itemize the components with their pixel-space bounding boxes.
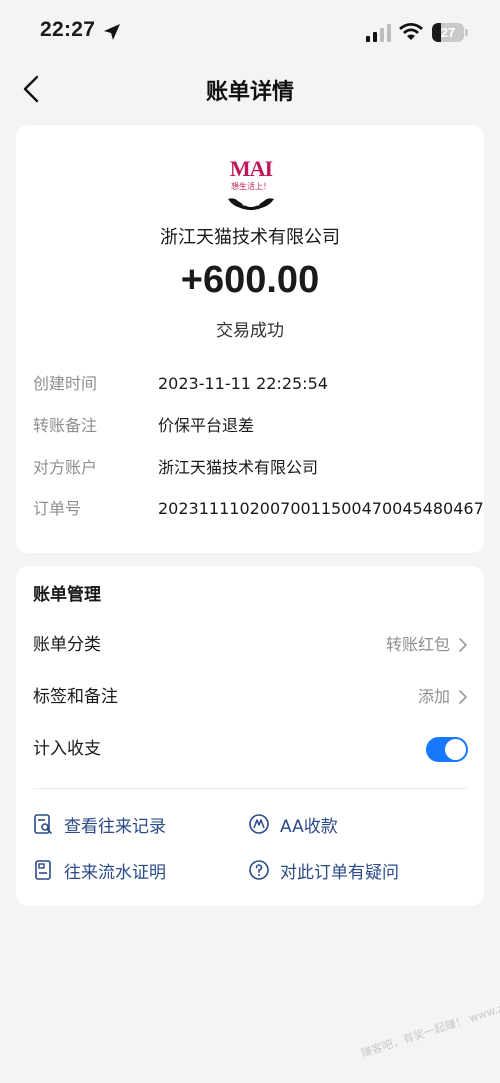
detail-row-remark: 转账备注 价保平台退差 — [16, 412, 484, 440]
cellular-signal-icon — [366, 24, 391, 42]
merchant-logo: MAI 想生活上！ — [224, 155, 278, 221]
bill-category-label: 账单分类 — [33, 635, 101, 655]
toggle-knob — [445, 739, 466, 760]
detail-label: 对方账户 — [33, 458, 98, 477]
bill-category-value: 转账红包 — [385, 635, 450, 654]
document-icon — [35, 860, 51, 880]
aa-split-icon — [249, 814, 269, 834]
question-circle-icon — [249, 860, 269, 880]
location-arrow-icon — [104, 24, 120, 40]
chevron-right-icon — [459, 638, 467, 652]
battery-level-text: 27 — [440, 25, 456, 40]
view-history-link[interactable]: 查看往来记录 — [32, 809, 166, 839]
view-history-label: 查看往来记录 — [64, 816, 166, 837]
detail-row-counterparty: 对方账户 浙江天猫技术有限公司 — [16, 454, 484, 482]
page-title: 账单详情 — [205, 80, 294, 105]
detail-label: 订单号 — [33, 499, 82, 518]
nav-bar: 账单详情 — [0, 66, 500, 112]
section-title: 账单管理 — [33, 585, 101, 605]
transaction-amount: +600.00 — [180, 259, 320, 301]
transaction-status: 交易成功 — [216, 321, 284, 341]
detail-row-created-time: 创建时间 2023-11-11 22:25:54 — [16, 370, 484, 398]
divider — [33, 788, 467, 789]
merchant-name: 浙江天猫技术有限公司 — [160, 227, 340, 248]
transaction-proof-label: 往来流水证明 — [64, 862, 166, 883]
bill-category-row[interactable]: 账单分类 转账红包 — [16, 628, 484, 662]
status-bar: 22:27 27 — [0, 0, 500, 66]
tmall-cat-icon — [228, 198, 274, 210]
include-in-accounts-label: 计入收支 — [33, 739, 101, 759]
wifi-icon — [399, 23, 423, 40]
document-search-icon — [34, 814, 52, 834]
detail-label: 创建时间 — [33, 374, 98, 393]
status-time: 22:27 — [40, 18, 96, 41]
detail-row-order-number: 订单号 2023111102007001150047004548046​7 — [16, 495, 484, 523]
detail-value: 2023-11-11 22:25:54 — [158, 374, 328, 393]
tags-notes-row[interactable]: 标签和备注 添加 — [16, 680, 484, 714]
order-question-link[interactable]: 对此订单有疑问 — [248, 855, 399, 885]
detail-value: 价保平台退差 — [158, 416, 255, 435]
battery-indicator: 27 — [432, 23, 468, 42]
tags-notes-label: 标签和备注 — [33, 687, 118, 707]
aa-payment-link[interactable]: AA收款 — [248, 809, 338, 839]
detail-value: 浙江天猫技术有限公司 — [158, 458, 319, 477]
aa-payment-label: AA收款 — [280, 816, 338, 837]
merchant-logo-slogan: 想生活上！ — [231, 182, 271, 191]
transaction-proof-link[interactable]: 往来流水证明 — [32, 855, 166, 885]
merchant-logo-word: MAI — [229, 156, 273, 181]
include-in-accounts-toggle[interactable] — [426, 737, 468, 762]
transaction-card: MAI 想生活上！ 浙江天猫技术有限公司 +600.00 交易成功 创建时间 2… — [16, 125, 484, 553]
order-question-label: 对此订单有疑问 — [280, 862, 399, 883]
watermark: 赚客吧，有奖一起赚！ www.zuanke8.com — [359, 980, 500, 1061]
chevron-right-icon — [459, 690, 467, 704]
detail-label: 转账备注 — [33, 416, 98, 435]
tags-notes-value: 添加 — [417, 687, 450, 706]
bill-management-card: 账单管理 账单分类 转账红包 标签和备注 添加 计入收支 查看往来记录 AA收款… — [16, 566, 484, 906]
order-number-value: 2023111102007001150047004548046​7 — [158, 499, 484, 518]
include-in-accounts-row: 计入收支 — [16, 732, 484, 766]
